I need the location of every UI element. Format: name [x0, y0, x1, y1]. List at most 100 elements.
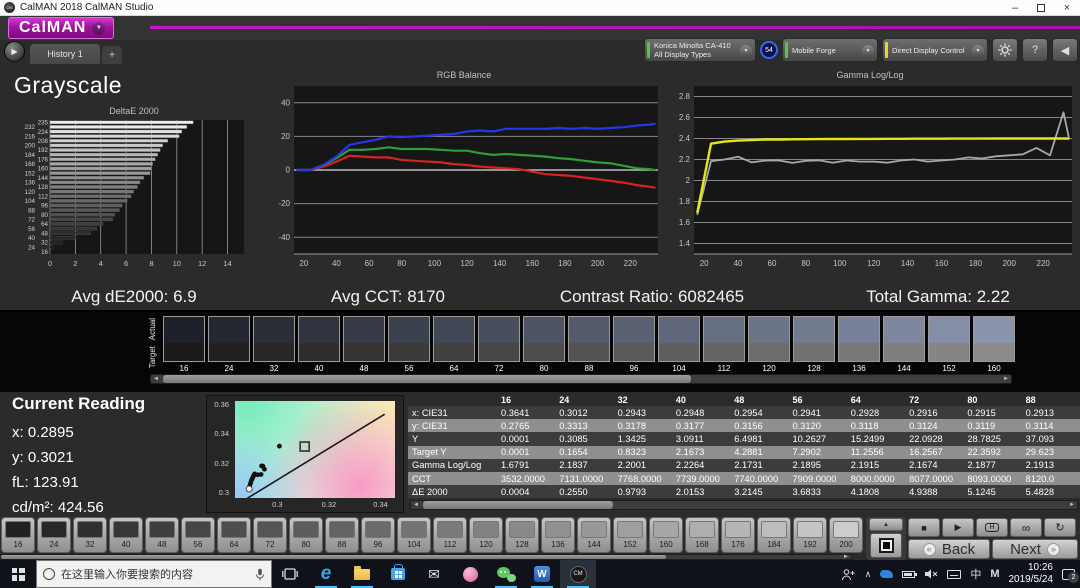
scroll-left-icon[interactable]: ◄ — [151, 375, 161, 383]
grayscale-swatch[interactable]: 80 — [523, 316, 568, 373]
tray-chevron-icon[interactable]: ∧ — [865, 569, 872, 580]
touch-keyboard-icon[interactable] — [947, 570, 961, 579]
taskbar-calman[interactable]: CM — [560, 560, 596, 588]
grayscale-swatch[interactable]: 128 — [793, 316, 838, 373]
level-button[interactable]: 88 — [325, 517, 359, 553]
grayscale-swatch[interactable]: 88 — [568, 316, 613, 373]
level-button[interactable]: 48 — [145, 517, 179, 553]
maximize-button[interactable] — [1028, 0, 1054, 15]
meter-status-badge[interactable]: 54 — [760, 41, 778, 59]
onedrive-icon[interactable] — [880, 570, 893, 578]
taskbar-pink-app[interactable] — [452, 560, 488, 588]
table-scrollbar[interactable]: ◄ ► — [410, 500, 1078, 510]
taskbar-wechat[interactable] — [488, 560, 524, 588]
level-button[interactable]: 168 — [685, 517, 719, 553]
close-button[interactable]: × — [1054, 0, 1080, 15]
level-button[interactable]: 184 — [757, 517, 791, 553]
battery-icon[interactable] — [902, 571, 915, 578]
taskbar-store[interactable] — [380, 560, 416, 588]
grayscale-swatch[interactable]: 104 — [658, 316, 703, 373]
continuous-read-button[interactable]: ∞ — [1010, 518, 1042, 537]
tab-history-1[interactable]: History 1 — [30, 44, 100, 64]
taskbar-edge[interactable]: e — [308, 560, 344, 588]
level-button[interactable]: 40 — [109, 517, 143, 553]
strip-scrollbar[interactable]: ◄ ► — [150, 374, 1012, 384]
start-button[interactable] — [0, 560, 36, 588]
grayscale-swatch[interactable]: 72 — [478, 316, 523, 373]
level-button[interactable]: 64 — [217, 517, 251, 553]
level-button[interactable]: 128 — [505, 517, 539, 553]
stop-read-button[interactable] — [870, 533, 902, 558]
taskbar-mail[interactable]: ✉ — [416, 560, 452, 588]
add-tab-button[interactable]: + — [102, 46, 122, 64]
grayscale-swatch[interactable]: 120 — [748, 316, 793, 373]
level-button[interactable]: 160 — [649, 517, 683, 553]
expand-up-button[interactable]: ▲ — [869, 518, 903, 531]
level-button[interactable]: 192 — [793, 517, 827, 553]
taskbar-file-explorer[interactable] — [344, 560, 380, 588]
next-button[interactable]: Next » — [992, 539, 1078, 559]
level-button[interactable]: 200 — [829, 517, 863, 553]
grayscale-swatch[interactable]: 112 — [703, 316, 748, 373]
level-label: 144 — [587, 540, 600, 549]
m-tray-icon[interactable]: M — [990, 568, 999, 580]
ime-indicator[interactable]: 中 — [970, 566, 981, 582]
level-button[interactable]: 144 — [577, 517, 611, 553]
taskbar-search[interactable]: 在这里输入你要搜索的内容 — [36, 560, 272, 588]
grayscale-swatch[interactable]: 56 — [388, 316, 433, 373]
calman-menu-button[interactable]: CalMAN ▼ — [8, 17, 114, 39]
scroll-right-icon[interactable]: ► — [1067, 501, 1077, 509]
scroll-right-icon[interactable]: ► — [1001, 375, 1011, 383]
level-button[interactable]: 32 — [73, 517, 107, 553]
source-dropdown[interactable]: Mobile Forge ▼ — [782, 38, 878, 62]
grayscale-swatch[interactable]: 152 — [928, 316, 973, 373]
level-button[interactable]: 96 — [361, 517, 395, 553]
grayscale-swatch[interactable]: 24 — [208, 316, 253, 373]
level-scrollbar-thumb[interactable] — [1, 555, 666, 559]
grayscale-swatch[interactable]: 32 — [253, 316, 298, 373]
taskbar-clock[interactable]: 10:26 2019/5/24 — [1009, 562, 1054, 586]
grayscale-swatch[interactable]: 16 — [163, 316, 208, 373]
meter-dropdown[interactable]: Konica Minolta CA-410 All Display Types … — [644, 38, 756, 62]
scroll-left-icon[interactable]: ◄ — [411, 501, 421, 509]
grayscale-swatch[interactable]: 136 — [838, 316, 883, 373]
grayscale-swatch[interactable]: 48 — [343, 316, 388, 373]
grayscale-swatch[interactable]: 40 — [298, 316, 343, 373]
level-button[interactable]: 112 — [433, 517, 467, 553]
grayscale-swatch[interactable]: 64 — [433, 316, 478, 373]
level-button[interactable]: 104 — [397, 517, 431, 553]
table-scrollbar-thumb[interactable] — [423, 501, 613, 509]
grayscale-swatch[interactable]: 144 — [883, 316, 928, 373]
action-center-icon[interactable]: 2 — [1062, 569, 1075, 580]
level-button[interactable]: 56 — [181, 517, 215, 553]
level-button[interactable]: 24 — [37, 517, 71, 553]
level-button[interactable]: 72 — [253, 517, 287, 553]
level-button[interactable]: 80 — [289, 517, 323, 553]
grayscale-swatch[interactable]: 96 — [613, 316, 658, 373]
help-button[interactable]: ? — [1022, 38, 1048, 62]
level-button[interactable]: 136 — [541, 517, 575, 553]
minimize-button[interactable]: – — [1002, 0, 1028, 15]
taskbar-wps[interactable]: W — [524, 560, 560, 588]
search-input[interactable]: 在这里输入你要搜索的内容 — [61, 566, 249, 582]
level-button[interactable]: 16 — [1, 517, 35, 553]
strip-scrollbar-thumb[interactable] — [163, 375, 691, 383]
back-button[interactable]: « Back — [908, 539, 990, 559]
volume-muted-icon[interactable] — [924, 568, 938, 580]
svg-text:235: 235 — [38, 120, 49, 127]
settings-button[interactable] — [992, 38, 1018, 62]
level-button[interactable]: 152 — [613, 517, 647, 553]
run-button[interactable]: ▶ — [4, 41, 25, 62]
play-button[interactable]: ▶ — [942, 518, 974, 537]
refresh-button[interactable]: ↻ — [1044, 518, 1076, 537]
task-view-button[interactable] — [272, 560, 308, 588]
microphone-icon[interactable] — [255, 568, 265, 581]
stop-button[interactable]: ■ — [908, 518, 940, 537]
level-button[interactable]: 120 — [469, 517, 503, 553]
collapse-panel-button[interactable]: ◀ — [1052, 38, 1078, 62]
display-control-dropdown[interactable]: Direct Display Control ▼ — [882, 38, 988, 62]
people-icon[interactable] — [841, 568, 856, 581]
single-read-button[interactable]: H — [976, 518, 1008, 537]
grayscale-swatch[interactable]: 160 — [973, 316, 1018, 373]
level-button[interactable]: 176 — [721, 517, 755, 553]
